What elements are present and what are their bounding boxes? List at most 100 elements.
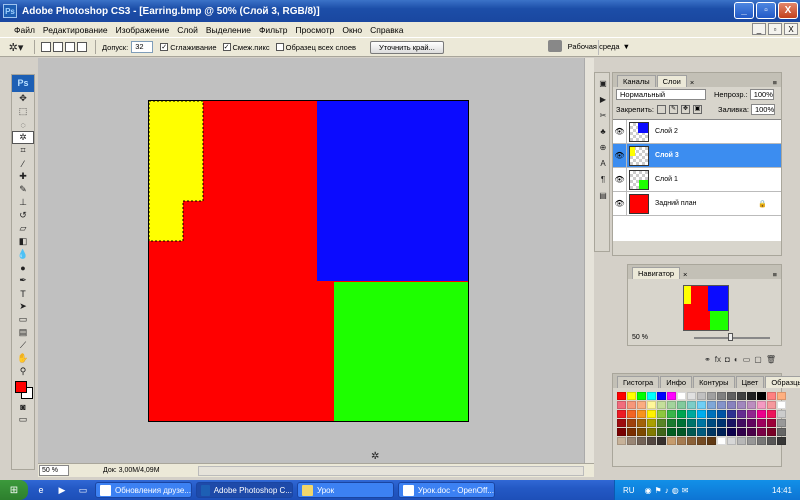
color-swatch[interactable]	[717, 392, 726, 400]
color-swatch[interactable]	[777, 437, 786, 445]
tab-info[interactable]: Инфо	[660, 376, 693, 388]
tab-color[interactable]: Цвет	[735, 376, 765, 388]
color-swatch[interactable]	[707, 428, 716, 436]
color-swatch[interactable]	[727, 428, 736, 436]
color-swatch[interactable]	[637, 428, 646, 436]
horizontal-scrollbar[interactable]	[198, 466, 584, 476]
visibility-eye-icon[interactable]: 👁	[613, 143, 627, 168]
history-brush-tool-icon[interactable]: ↺	[12, 209, 34, 222]
quicklaunch-desktop-icon[interactable]: ▭	[75, 483, 91, 497]
dodge-tool-icon[interactable]: ●	[12, 261, 34, 274]
menu-image[interactable]: Изображение	[116, 25, 170, 35]
color-swatch[interactable]	[627, 410, 636, 418]
brushes-panel-icon[interactable]: ♣	[596, 125, 610, 137]
close-button[interactable]: X	[778, 2, 798, 19]
color-swatch[interactable]	[767, 419, 776, 427]
hand-tool-icon[interactable]: ✋	[12, 352, 34, 365]
color-swatch[interactable]	[747, 419, 756, 427]
color-swatch[interactable]	[617, 401, 626, 409]
magic-wand-tool-preset-icon[interactable]: ✲▾	[4, 39, 28, 55]
document-canvas[interactable]	[148, 100, 469, 422]
clone-source-panel-icon[interactable]: ⊕	[596, 141, 610, 153]
lock-all-icon[interactable]: ▣	[693, 105, 703, 114]
tab-navigator[interactable]: Навигатор	[632, 267, 681, 279]
menu-edit[interactable]: Редактирование	[43, 25, 108, 35]
color-swatch[interactable]	[737, 437, 746, 445]
history-panel-icon[interactable]: ▣	[596, 77, 610, 89]
color-swatch[interactable]	[707, 392, 716, 400]
color-swatch[interactable]	[637, 410, 646, 418]
tab-paths[interactable]: Контуры	[693, 376, 735, 388]
layer-style-icon[interactable]: fx	[715, 355, 721, 364]
new-selection-mode-icon[interactable]	[41, 42, 51, 52]
taskbar-item-openoffice[interactable]: Урок.doc - OpenOff...	[398, 482, 495, 498]
color-swatch[interactable]	[767, 392, 776, 400]
color-swatch[interactable]	[667, 401, 676, 409]
color-swatch[interactable]	[687, 392, 696, 400]
lock-position-icon[interactable]: ✥	[681, 105, 691, 114]
type-tool-icon[interactable]: T	[12, 287, 34, 300]
contiguous-checkbox[interactable]: ✓ Смеж.пикс	[222, 43, 270, 52]
color-swatch[interactable]	[777, 392, 786, 400]
color-swatch[interactable]	[717, 419, 726, 427]
color-swatch[interactable]	[757, 428, 766, 436]
shape-tool-icon[interactable]: ▭	[12, 313, 34, 326]
color-swatch[interactable]	[617, 419, 626, 427]
link-layers-icon[interactable]: ⚭	[704, 355, 711, 364]
menu-select[interactable]: Выделение	[206, 25, 251, 35]
taskbar-item-photoshop[interactable]: Adobe Photoshop C...	[196, 482, 293, 498]
vertical-scrollbar[interactable]	[584, 58, 594, 463]
visibility-eye-icon[interactable]: 👁	[613, 167, 627, 192]
intersect-selection-mode-icon[interactable]	[77, 42, 87, 52]
crop-tool-icon[interactable]: ⌗	[12, 144, 34, 157]
blend-mode-select[interactable]: Нормальный	[616, 89, 706, 100]
color-swatch[interactable]	[757, 401, 766, 409]
color-swatch[interactable]	[677, 419, 686, 427]
photoshop-logo[interactable]: Ps	[12, 75, 34, 92]
color-swatch[interactable]	[747, 392, 756, 400]
color-swatch[interactable]	[647, 410, 656, 418]
color-swatch[interactable]	[757, 437, 766, 445]
color-swatch[interactable]	[687, 401, 696, 409]
color-swatch[interactable]	[737, 401, 746, 409]
layer-row-layer3[interactable]: 👁 Слой 3	[613, 143, 781, 168]
color-swatch[interactable]	[657, 437, 666, 445]
antialias-checkbox[interactable]: ✓ Сглаживание	[160, 43, 217, 52]
delete-layer-icon[interactable]: 🗑	[766, 355, 776, 364]
notes-tool-icon[interactable]: ▤	[12, 326, 34, 339]
color-swatch[interactable]	[717, 428, 726, 436]
fill-input[interactable]: 100%	[750, 104, 775, 115]
color-swatch[interactable]	[667, 437, 676, 445]
navigator-zoom-knob[interactable]	[728, 333, 733, 341]
color-swatch[interactable]	[707, 410, 716, 418]
color-swatch[interactable]	[657, 428, 666, 436]
color-swatch[interactable]	[747, 401, 756, 409]
color-swatch[interactable]	[717, 401, 726, 409]
tray-icons[interactable]: ◉⚑♪◍✉	[645, 486, 692, 495]
quicklaunch-ie-icon[interactable]: e	[33, 483, 49, 497]
lock-pixels-icon[interactable]: ✎	[669, 105, 679, 114]
color-swatch[interactable]	[727, 410, 736, 418]
adjustment-layer-icon[interactable]: ◐	[734, 355, 739, 364]
tool-presets-panel-icon[interactable]: ✂	[596, 109, 610, 121]
menu-layer[interactable]: Слой	[177, 25, 198, 35]
color-swatch[interactable]	[687, 428, 696, 436]
color-swatch[interactable]	[677, 428, 686, 436]
color-swatch[interactable]	[677, 410, 686, 418]
color-swatch[interactable]	[737, 392, 746, 400]
color-swatch[interactable]	[697, 401, 706, 409]
color-swatch[interactable]	[697, 428, 706, 436]
canvas-area[interactable]: ✲	[38, 58, 584, 463]
quicklaunch-media-icon[interactable]: ▶	[54, 483, 70, 497]
color-swatch[interactable]	[637, 401, 646, 409]
color-swatch[interactable]	[667, 419, 676, 427]
color-swatch[interactable]	[627, 428, 636, 436]
color-swatch[interactable]	[667, 428, 676, 436]
color-swatch[interactable]	[647, 419, 656, 427]
panel-menu-icon[interactable]: ≡	[773, 78, 777, 87]
color-swatch[interactable]	[757, 410, 766, 418]
sample-all-layers-checkbox[interactable]: Образец всех слоев	[275, 43, 356, 52]
color-swatch[interactable]	[697, 392, 706, 400]
color-swatch[interactable]	[647, 428, 656, 436]
color-swatch[interactable]	[637, 392, 646, 400]
